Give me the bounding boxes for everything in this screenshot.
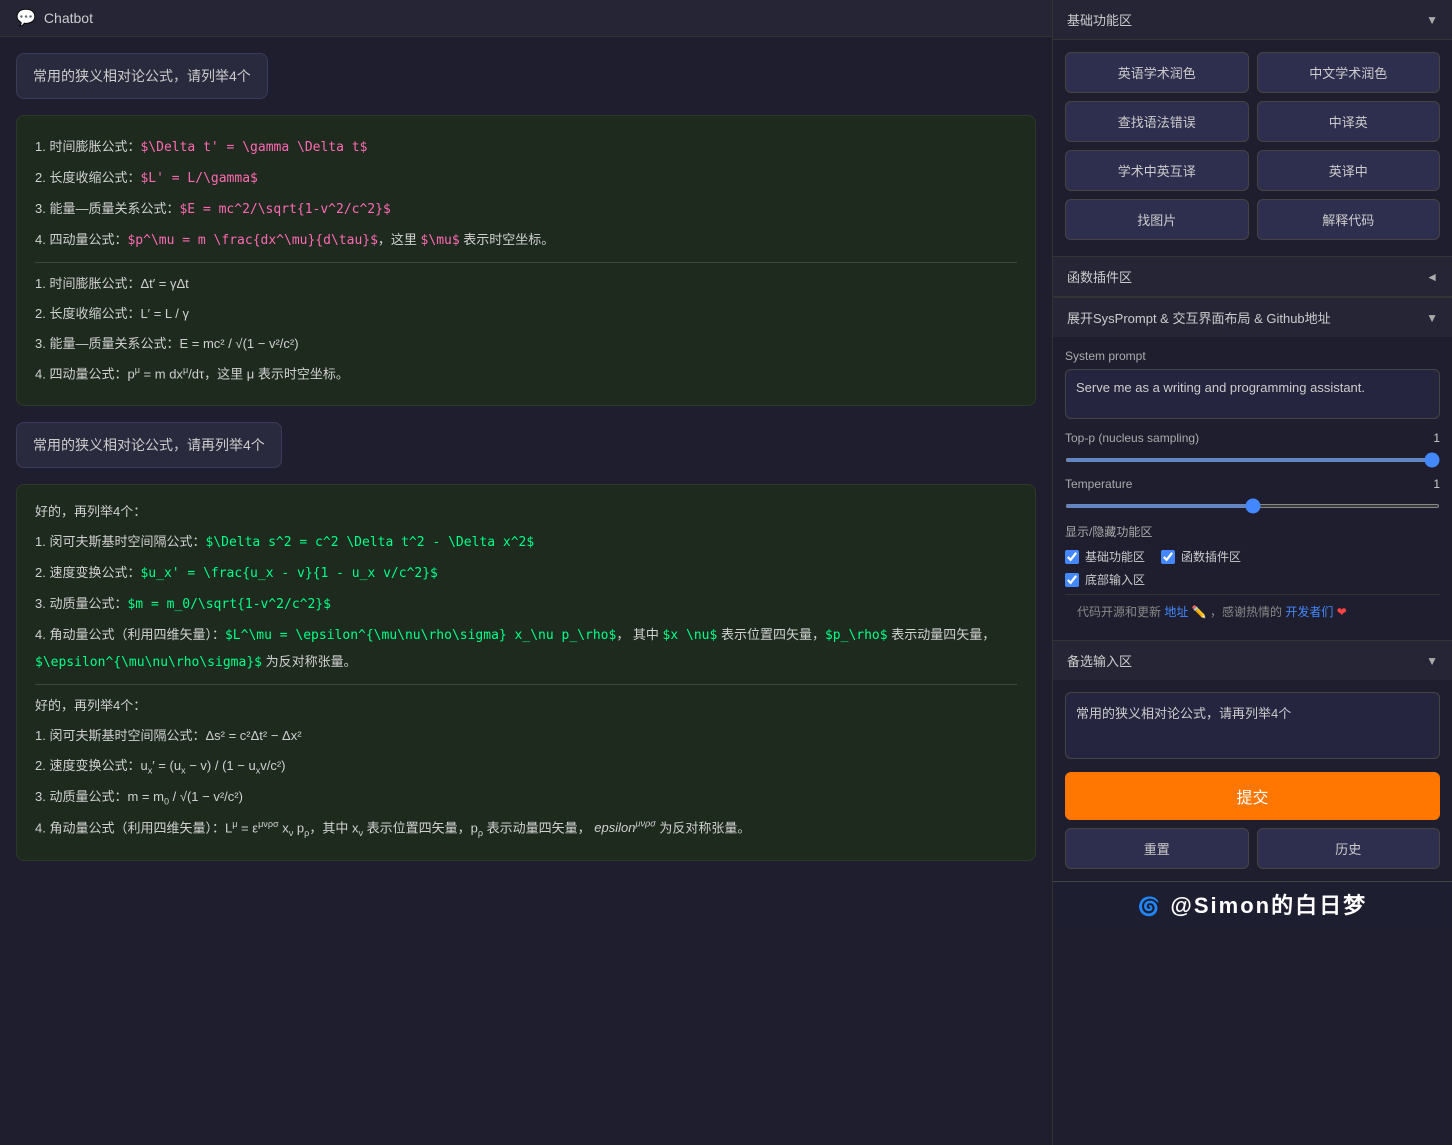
watermark-bar: 🌀 @Simon的白日梦 (1053, 881, 1452, 926)
basic-functions-arrow: ▼ (1426, 13, 1438, 27)
bot2-latex-2: 2. 速度变换公式：$u_x' = \frac{u_x - v}{1 - u_x… (35, 560, 1017, 587)
btn-en-to-cn[interactable]: 英译中 (1257, 150, 1441, 191)
basic-buttons-grid: 英语学术润色 中文学术润色 查找语法错误 中译英 学术中英互译 英译中 找图片 … (1065, 52, 1440, 240)
bot2-intro: 好的，再列举4个： (35, 499, 1017, 525)
backup-title: 备选输入区 (1067, 651, 1132, 670)
footer-heart: ❤ (1337, 605, 1347, 619)
top-p-wrap: Top-p (nucleus sampling) 1 (1065, 431, 1440, 465)
checkbox-row-2: 底部输入区 (1065, 571, 1440, 588)
basic-functions-title: 基础功能区 (1067, 10, 1132, 29)
plugin-title: 函数插件区 (1067, 267, 1132, 286)
bot2-render-3: 3. 动质量公式：m = m0 / √(1 − v²/c²) (35, 784, 1017, 811)
bot2-latex-1: 1. 闵可夫斯基时空间隔公式：$\Delta s^2 = c^2 \Delta … (35, 529, 1017, 556)
footer-link[interactable]: 地址 (1164, 605, 1188, 619)
weibo-icon: 🌀 (1138, 897, 1162, 917)
backup-header[interactable]: 备选输入区 ▼ (1053, 641, 1452, 680)
latex-line-3: 3. 能量—质量关系公式：$E = mc^2/\sqrt{1-v^2/c^2}$ (35, 196, 1017, 223)
render-line-3: 3. 能量—质量关系公式：E = mc² / √(1 − v²/c²) (35, 331, 1017, 357)
watermark-text: @Simon的白日梦 (1170, 893, 1367, 918)
checkbox-basic-label: 基础功能区 (1085, 548, 1145, 565)
chatbot-header: 💬 Chatbot (0, 0, 1052, 37)
checkbox-row-1: 基础功能区 函数插件区 (1065, 548, 1440, 565)
bot2-render-1: 1. 闵可夫斯基时空间隔公式：Δs² = c²Δt² − Δx² (35, 723, 1017, 749)
top-p-value: 1 (1433, 431, 1440, 445)
checkbox-plugin-input[interactable] (1161, 550, 1175, 564)
system-prompt-label: System prompt (1065, 349, 1440, 363)
latex-line-2: 2. 长度收缩公式：$L' = L/\gamma$ (35, 165, 1017, 192)
basic-functions-content: 英语学术润色 中文学术润色 查找语法错误 中译英 学术中英互译 英译中 找图片 … (1053, 40, 1452, 256)
bottom-buttons: 重置 历史 (1065, 828, 1440, 869)
latex-line-1: 1. 时间膨胀公式：$\Delta t' = \gamma \Delta t$ (35, 134, 1017, 161)
checkbox-input-area-label: 底部输入区 (1085, 571, 1145, 588)
system-prompt-value[interactable]: Serve me as a writing and programming as… (1065, 369, 1440, 419)
checkbox-basic-input[interactable] (1065, 550, 1079, 564)
bot2-latex-4: 4. 角动量公式（利用四维矢量）：$L^\mu = \epsilon^{\mu\… (35, 622, 1017, 676)
chat-panel: 💬 Chatbot 常用的狭义相对论公式，请列举4个 1. 时间膨胀公式：$\D… (0, 0, 1052, 1145)
checkbox-input-area-input[interactable] (1065, 573, 1079, 587)
latex-line-4: 4. 四动量公式：$p^\mu = m \frac{dx^\mu}{d\tau}… (35, 227, 1017, 254)
backup-arrow: ▼ (1426, 654, 1438, 668)
bot-message-2: 好的，再列举4个： 1. 闵可夫斯基时空间隔公式：$\Delta s^2 = c… (16, 484, 1036, 861)
bot2-render-2: 2. 速度变换公式：ux′ = (ux − v) / (1 − uxv/c²) (35, 753, 1017, 780)
temperature-slider[interactable] (1065, 504, 1440, 508)
btn-chinese-polish[interactable]: 中文学术润色 (1257, 52, 1441, 93)
top-p-slider[interactable] (1065, 458, 1440, 462)
user-message-1: 常用的狭义相对论公式，请列举4个 (16, 53, 268, 99)
plugin-arrow: ◄ (1426, 270, 1438, 284)
plugin-section-header[interactable]: 函数插件区 ◄ (1053, 256, 1452, 297)
backup-input[interactable]: 常用的狭义相对论公式，请再列举4个 (1065, 692, 1440, 759)
temperature-wrap: Temperature 1 (1065, 477, 1440, 511)
btn-english-polish[interactable]: 英语学术润色 (1065, 52, 1249, 93)
sysprompt-section: 展开SysPrompt & 交互界面布局 & Github地址 ▼ System… (1053, 297, 1452, 640)
footer-thanks: ，感谢热情的 (1210, 605, 1282, 619)
backup-section: 备选输入区 ▼ 常用的狭义相对论公式，请再列举4个 提交 重置 历史 (1053, 640, 1452, 881)
bot2-render-4: 4. 角动量公式（利用四维矢量）：Lμ = εμνρσ xν pρ，其中 xν … (35, 815, 1017, 842)
bot2-latex-3: 3. 动质量公式：$m = m_0/\sqrt{1-v^2/c^2}$ (35, 591, 1017, 618)
history-button[interactable]: 历史 (1257, 828, 1441, 869)
btn-find-image[interactable]: 找图片 (1065, 199, 1249, 240)
checkbox-basic[interactable]: 基础功能区 (1065, 548, 1145, 565)
sysprompt-title: 展开SysPrompt & 交互界面布局 & Github地址 (1067, 308, 1331, 327)
temperature-row: Temperature 1 (1065, 477, 1440, 491)
btn-grammar-check[interactable]: 查找语法错误 (1065, 101, 1249, 142)
bot-message-1: 1. 时间膨胀公式：$\Delta t' = \gamma \Delta t$ … (16, 115, 1036, 406)
show-hide-section: 显示/隐藏功能区 基础功能区 函数插件区 底部输入区 (1065, 523, 1440, 588)
render-line-2: 2. 长度收缩公式：L′ = L / γ (35, 301, 1017, 327)
show-hide-title: 显示/隐藏功能区 (1065, 523, 1440, 540)
chat-area: 常用的狭义相对论公式，请列举4个 1. 时间膨胀公式：$\Delta t' = … (0, 37, 1052, 1145)
btn-academic-translate[interactable]: 学术中英互译 (1065, 150, 1249, 191)
chatbot-title: Chatbot (44, 10, 93, 26)
bot2-intro2: 好的，再列举4个： (35, 693, 1017, 719)
top-p-row: Top-p (nucleus sampling) 1 (1065, 431, 1440, 445)
render-line-1: 1. 时间膨胀公式：Δt′ = γΔt (35, 271, 1017, 297)
top-p-label: Top-p (nucleus sampling) (1065, 431, 1199, 445)
sysprompt-body: System prompt Serve me as a writing and … (1053, 337, 1452, 640)
checkbox-plugin[interactable]: 函数插件区 (1161, 548, 1241, 565)
footer-pencil: ✏️ (1192, 605, 1207, 619)
submit-button[interactable]: 提交 (1065, 772, 1440, 820)
footer-devs-link[interactable]: 开发者们 (1285, 605, 1333, 619)
btn-cn-to-en[interactable]: 中译英 (1257, 101, 1441, 142)
sysprompt-arrow: ▼ (1426, 311, 1438, 325)
checkbox-plugin-label: 函数插件区 (1181, 548, 1241, 565)
reset-button[interactable]: 重置 (1065, 828, 1249, 869)
sysprompt-header[interactable]: 展开SysPrompt & 交互界面布局 & Github地址 ▼ (1053, 298, 1452, 337)
footer-text: 代码开源和更新 (1077, 605, 1161, 619)
temperature-value: 1 (1433, 477, 1440, 491)
backup-body: 常用的狭义相对论公式，请再列举4个 提交 重置 历史 (1053, 680, 1452, 881)
checkbox-input-area[interactable]: 底部输入区 (1065, 571, 1145, 588)
render-line-4: 4. 四动量公式：pμ = m dxμ/dτ，这里 μ 表示时空坐标。 (35, 361, 1017, 387)
user-message-2: 常用的狭义相对论公式，请再列举4个 (16, 422, 282, 468)
right-panel: 基础功能区 ▼ 英语学术润色 中文学术润色 查找语法错误 中译英 学术中英互译 … (1052, 0, 1452, 1145)
temperature-label: Temperature (1065, 477, 1132, 491)
chatbot-icon: 💬 (16, 8, 36, 28)
btn-explain-code[interactable]: 解释代码 (1257, 199, 1441, 240)
footer-links: 代码开源和更新 地址 ✏️ ，感谢热情的 开发者们 ❤ (1065, 594, 1440, 628)
basic-functions-header[interactable]: 基础功能区 ▼ (1053, 0, 1452, 40)
